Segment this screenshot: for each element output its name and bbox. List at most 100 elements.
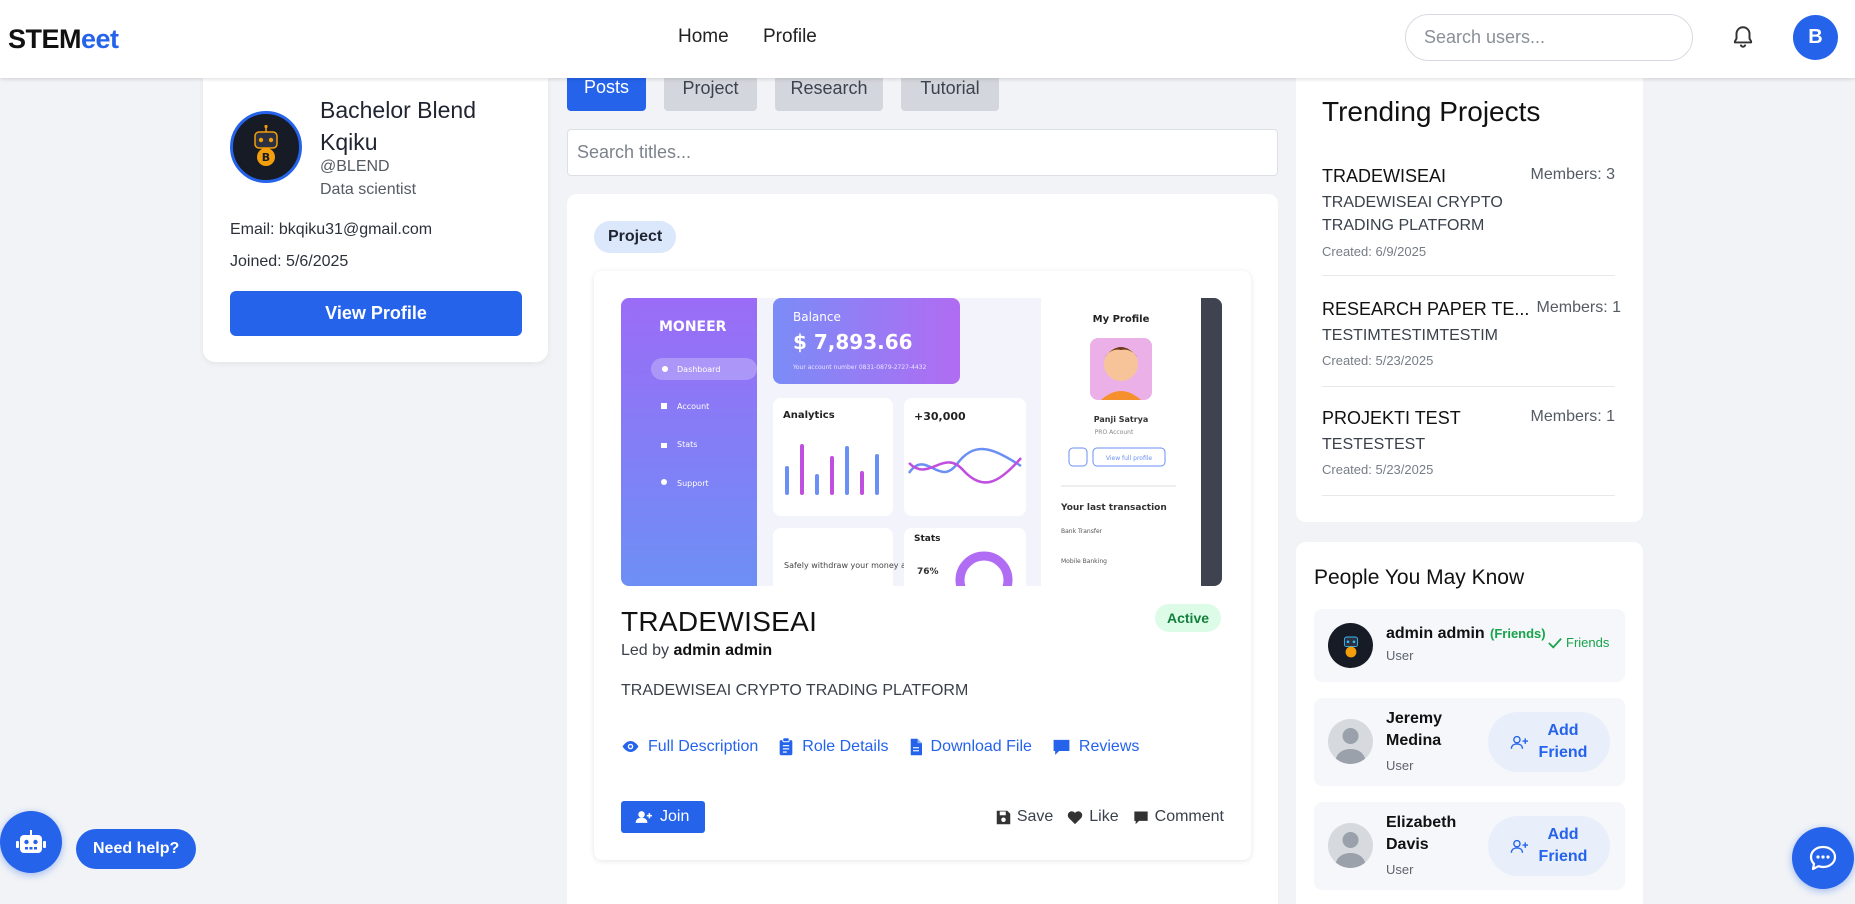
- bell-icon[interactable]: [1730, 24, 1756, 50]
- add-friend-label: Add Friend: [1538, 722, 1588, 761]
- trending-item[interactable]: TRADEWISEAI Members: 3 TRADEWISEAI CRYPT…: [1322, 166, 1615, 276]
- default-avatar-icon: [1328, 719, 1373, 764]
- robot-avatar-icon: [1343, 636, 1358, 657]
- trending-item-members: Members: 1: [1530, 408, 1615, 425]
- role-details-label: Role Details: [802, 737, 889, 755]
- image-transaction-0: Bank Transfer: [1061, 528, 1103, 535]
- logo-accent-text: eet: [81, 24, 119, 54]
- person-item[interactable]: Elizabeth Davis User Add Friend: [1314, 802, 1625, 890]
- image-my-profile-label: My Profile: [1093, 314, 1150, 325]
- chat-button[interactable]: [1792, 827, 1854, 889]
- person-role: User: [1386, 648, 1414, 663]
- led-by-prefix: Led by: [621, 642, 670, 659]
- svg-text:B: B: [262, 151, 270, 164]
- reviews-label: Reviews: [1078, 737, 1140, 755]
- robot-bitcoin-avatar-icon: B: [254, 124, 278, 166]
- add-friend-button[interactable]: Add Friend: [1488, 712, 1610, 772]
- nav-profile-link[interactable]: Profile: [763, 26, 817, 48]
- search-users-input[interactable]: [1405, 14, 1693, 61]
- trending-item[interactable]: PROJEKTI TEST Members: 1 TESTESTEST Crea…: [1322, 408, 1615, 496]
- image-account-number: Your account number 0831-0879-2727-4432: [792, 364, 927, 371]
- trending-item-name: RESEARCH PAPER TE...: [1322, 299, 1530, 319]
- trending-item[interactable]: RESEARCH PAPER TE... Members: 1 TESTIMTE…: [1322, 299, 1621, 387]
- post-image[interactable]: MONEER Dashboard Account Stats Support B…: [621, 298, 1222, 586]
- download-file-link[interactable]: Download File: [909, 737, 1032, 756]
- friends-status: Friends: [1548, 635, 1609, 650]
- comment-button[interactable]: Comment: [1133, 808, 1224, 826]
- friends-status-label: Friends: [1566, 635, 1610, 650]
- feed-card: Project MONEER Dashboard Account Stats S…: [567, 194, 1278, 904]
- trending-item-description: TESTIMTESTIMTESTIM: [1322, 327, 1498, 344]
- reviews-link[interactable]: Reviews: [1052, 737, 1139, 756]
- friends-tag: (Friends): [1490, 626, 1546, 641]
- trending-item-members: Members: 1: [1536, 299, 1621, 316]
- image-balance-label: Balance: [793, 310, 841, 324]
- profile-card: B Bachelor Blend Kqiku @BLEND Data scien…: [203, 66, 548, 362]
- trending-title: Trending Projects: [1322, 96, 1541, 127]
- image-gain-value: +30,000: [914, 410, 966, 423]
- nav-home-link[interactable]: Home: [678, 26, 729, 48]
- trending-item-description: TRADEWISEAI CRYPTO TRADING PLATFORM: [1322, 194, 1503, 234]
- full-description-label: Full Description: [648, 737, 759, 755]
- image-view-full-profile: View full profile: [1106, 455, 1153, 462]
- person-name: admin admin: [1386, 625, 1485, 642]
- image-profile-name: Panji Satrya: [1094, 415, 1149, 424]
- profile-email: Email: bkqiku31@gmail.com: [230, 221, 433, 238]
- person-role: User: [1386, 862, 1414, 877]
- join-label: Join: [660, 808, 690, 825]
- like-label: Like: [1089, 808, 1119, 825]
- image-balance-value: $ 7,893.66: [793, 330, 913, 354]
- post-social-actions: Save Like Comment: [996, 808, 1224, 826]
- save-label: Save: [1016, 808, 1054, 825]
- image-menu-3: Support: [677, 479, 709, 488]
- default-avatar-icon: [1328, 823, 1373, 868]
- profile-avatar: B: [230, 111, 302, 183]
- search-titles-input[interactable]: [567, 129, 1278, 176]
- trending-item-created: Created: 5/23/2025: [1322, 462, 1434, 477]
- person-name: Jeremy Medina: [1386, 710, 1443, 749]
- image-menu-2: Stats: [677, 440, 697, 449]
- profile-handle: @BLEND: [320, 158, 390, 175]
- person-item[interactable]: Jeremy Medina User Add Friend: [1314, 698, 1625, 786]
- status-badge: Active: [1155, 604, 1222, 632]
- like-button[interactable]: Like: [1067, 808, 1119, 826]
- image-analytics-label: Analytics: [783, 410, 835, 421]
- file-icon: [910, 738, 922, 755]
- comment-icon: [1053, 739, 1070, 755]
- save-button[interactable]: Save: [996, 808, 1053, 826]
- people-you-may-know-card: People You May Know admin admin User (Fr…: [1296, 542, 1643, 904]
- role-details-link[interactable]: Role Details: [778, 737, 889, 756]
- add-friend-label: Add Friend: [1538, 826, 1588, 865]
- image-menu-1: Account: [677, 402, 709, 411]
- image-menu-0: Dashboard: [677, 365, 720, 374]
- chat-bubble-icon: [1809, 845, 1837, 871]
- person-item[interactable]: admin admin User (Friends) Friends: [1314, 609, 1625, 682]
- avatar: [1328, 623, 1373, 668]
- people-title: People You May Know: [1314, 566, 1525, 589]
- led-by-name[interactable]: admin admin: [674, 642, 773, 659]
- image-transaction-1: Mobile Banking: [1061, 558, 1107, 565]
- image-last-transaction-label: Your last transaction: [1060, 503, 1167, 513]
- view-profile-button[interactable]: View Profile: [230, 291, 522, 336]
- full-description-link[interactable]: Full Description: [621, 737, 758, 756]
- user-avatar[interactable]: B: [1793, 15, 1838, 60]
- top-navbar: STEMeet Home Profile B: [0, 0, 1855, 78]
- trending-item-name: PROJEKTI TEST: [1322, 408, 1461, 428]
- download-file-label: Download File: [930, 737, 1032, 755]
- trending-item-created: Created: 6/9/2025: [1322, 244, 1427, 259]
- user-plus-icon: [1510, 735, 1528, 749]
- need-help-button[interactable]: Need help?: [76, 829, 197, 869]
- app-logo[interactable]: STEMeet: [8, 24, 119, 55]
- add-friend-button[interactable]: Add Friend: [1488, 816, 1610, 876]
- post-card: MONEER Dashboard Account Stats Support B…: [594, 271, 1251, 860]
- join-button[interactable]: Join: [621, 801, 706, 833]
- chatbot-button[interactable]: [0, 811, 62, 873]
- user-plus-icon: [635, 811, 652, 823]
- trending-projects-card: Trending Projects TRADEWISEAI Members: 3…: [1296, 66, 1643, 522]
- image-stats-label: Stats: [914, 534, 941, 544]
- eye-icon: [622, 740, 639, 753]
- post-led-by: Led by admin admin: [621, 642, 772, 660]
- post-type-badge: Project: [594, 221, 677, 253]
- trending-item-created: Created: 5/23/2025: [1322, 353, 1434, 368]
- check-icon: [1548, 637, 1562, 649]
